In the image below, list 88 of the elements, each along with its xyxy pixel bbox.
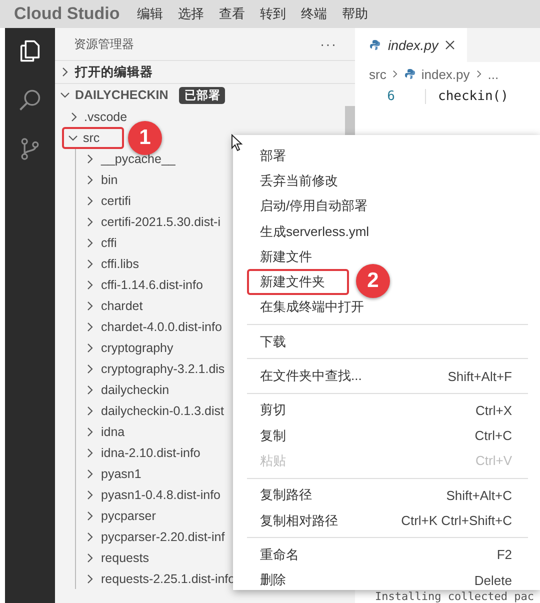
panel-title: 资源管理器 bbox=[74, 36, 134, 52]
step-badge: 1 bbox=[128, 121, 162, 155]
menu-item[interactable]: 终端 bbox=[300, 5, 327, 23]
menu-item[interactable]: 查看 bbox=[218, 5, 245, 23]
search-icon[interactable] bbox=[17, 87, 43, 113]
menu-label: 复制路径 bbox=[260, 486, 312, 504]
step-badge: 2 bbox=[356, 264, 390, 298]
section-header[interactable]: DAILYCHECKIN 已部署 bbox=[55, 83, 355, 106]
folder-name: pyasn1 bbox=[101, 466, 142, 480]
menu-label: 粘贴 bbox=[260, 452, 286, 470]
menu-item[interactable]: 选择 bbox=[178, 5, 204, 23]
menu-label: 启动/停用自动部署 bbox=[260, 197, 368, 216]
folder-name: certifi bbox=[101, 194, 131, 208]
close-icon[interactable] bbox=[445, 40, 456, 50]
folder-name: cffi.libs bbox=[101, 256, 139, 270]
menu-label: 在文件夹中查找... bbox=[260, 367, 362, 386]
python-icon bbox=[404, 68, 416, 80]
more-actions[interactable]: ··· bbox=[320, 36, 337, 52]
shortcut: Ctrl+V bbox=[476, 453, 512, 468]
menu-label: 丢弃当前修改 bbox=[260, 172, 338, 190]
menu-label: 剪切 bbox=[260, 401, 286, 420]
terminal-line: Installing collected pac bbox=[374, 591, 535, 603]
folder-name: pycparser bbox=[101, 508, 156, 522]
folder-name: requests bbox=[101, 550, 149, 564]
tree-item[interactable]: src bbox=[62, 126, 124, 148]
tab-title: index.py bbox=[388, 38, 438, 52]
menu-item[interactable]: 新建文件夹 bbox=[247, 269, 349, 295]
folder-name: chardet bbox=[101, 298, 143, 312]
menu-item[interactable]: 复制路径 Shift+Alt+C bbox=[247, 482, 512, 508]
line-number: 6 bbox=[355, 88, 426, 104]
chevron-right-icon bbox=[474, 69, 483, 79]
menu-label: 新建文件夹 bbox=[260, 273, 325, 292]
section-header[interactable]: 打开的编辑器 bbox=[55, 60, 355, 83]
folder-name: pyasn1-0.4.8.dist-info bbox=[101, 488, 221, 502]
folder-name: dailycheckin-0.1.3.dist bbox=[101, 404, 224, 418]
menu-label: 删除 bbox=[260, 571, 286, 590]
breadcrumb-item[interactable]: ... bbox=[488, 66, 499, 82]
menu-item[interactable]: 帮助 bbox=[342, 5, 368, 23]
shortcut: Shift+Alt+C bbox=[446, 488, 512, 503]
menu-item[interactable]: 剪切 Ctrl+X bbox=[247, 398, 512, 423]
folder-name: cryptography-3.2.1.dis bbox=[101, 362, 225, 376]
status-badge: 已部署 bbox=[179, 86, 226, 104]
menu-label: 生成serverless.yml bbox=[260, 222, 370, 241]
shortcut: Ctrl+C bbox=[474, 428, 512, 444]
menu-label: 新建文件 bbox=[260, 248, 312, 266]
menu-item[interactable]: 部署 bbox=[247, 143, 512, 168]
breadcrumb-item[interactable]: src bbox=[369, 66, 386, 82]
shortcut: F2 bbox=[496, 547, 512, 562]
folder-name: idna-2.10.dist-info bbox=[101, 446, 200, 460]
code-line: checkin() bbox=[437, 88, 508, 104]
python-icon bbox=[369, 39, 381, 51]
shortcut: Ctrl+K Ctrl+Shift+C bbox=[401, 513, 512, 528]
chevron-right-icon bbox=[391, 69, 400, 79]
folder-name: .vscode bbox=[84, 110, 128, 124]
section-title: 打开的编辑器 bbox=[75, 64, 153, 80]
section-title: DAILYCHECKIN bbox=[75, 88, 168, 102]
menu-item[interactable]: 下载 bbox=[247, 329, 512, 354]
folder-name: chardet-4.0.0.dist-info bbox=[101, 320, 222, 334]
app-title: Cloud Studio bbox=[14, 4, 120, 24]
menu-item[interactable]: 编辑 bbox=[136, 5, 163, 23]
breadcrumb-item[interactable]: index.py bbox=[421, 66, 470, 82]
menu-item[interactable]: 复制 Ctrl+C bbox=[247, 422, 512, 448]
menu-label: 下载 bbox=[260, 332, 286, 351]
menu-item[interactable]: 在文件夹中查找... Shift+Alt+F bbox=[247, 363, 512, 389]
folder-name: certifi-2021.5.30.dist-i bbox=[101, 214, 221, 228]
menu-item[interactable]: 删除 Delete bbox=[247, 567, 512, 593]
folder-name: cffi bbox=[101, 236, 117, 250]
tree-item[interactable]: .vscode bbox=[67, 108, 130, 126]
menu-label: 重命名 bbox=[260, 546, 299, 564]
menu-label: 复制 bbox=[260, 426, 286, 445]
folder-name: idna bbox=[101, 424, 125, 438]
menu-item[interactable]: 生成serverless.yml bbox=[247, 218, 512, 244]
menu-label: 部署 bbox=[260, 146, 286, 165]
folder-name: cffi-1.14.6.dist-info bbox=[101, 278, 203, 292]
folder-name: cryptography bbox=[101, 340, 174, 354]
shortcut: Ctrl+X bbox=[476, 402, 512, 418]
folder-name: bin bbox=[101, 172, 118, 186]
folder-name: src bbox=[83, 130, 100, 144]
menu-item[interactable]: 启动/停用自动部署 bbox=[247, 194, 512, 219]
menu-item[interactable]: 丢弃当前修改 bbox=[247, 168, 512, 194]
editor-tab[interactable]: index.py bbox=[355, 28, 468, 62]
folder-name: dailycheckin bbox=[101, 382, 170, 396]
menu-label: 在集成终端中打开 bbox=[260, 298, 364, 316]
shortcut: Shift+Alt+F bbox=[448, 368, 512, 384]
folder-name: pycparser-2.20.dist-inf bbox=[101, 530, 225, 544]
menu-item[interactable]: 转到 bbox=[260, 5, 286, 23]
shortcut: Delete bbox=[474, 572, 512, 588]
folder-name: requests-2.25.1.dist-info bbox=[101, 572, 236, 586]
